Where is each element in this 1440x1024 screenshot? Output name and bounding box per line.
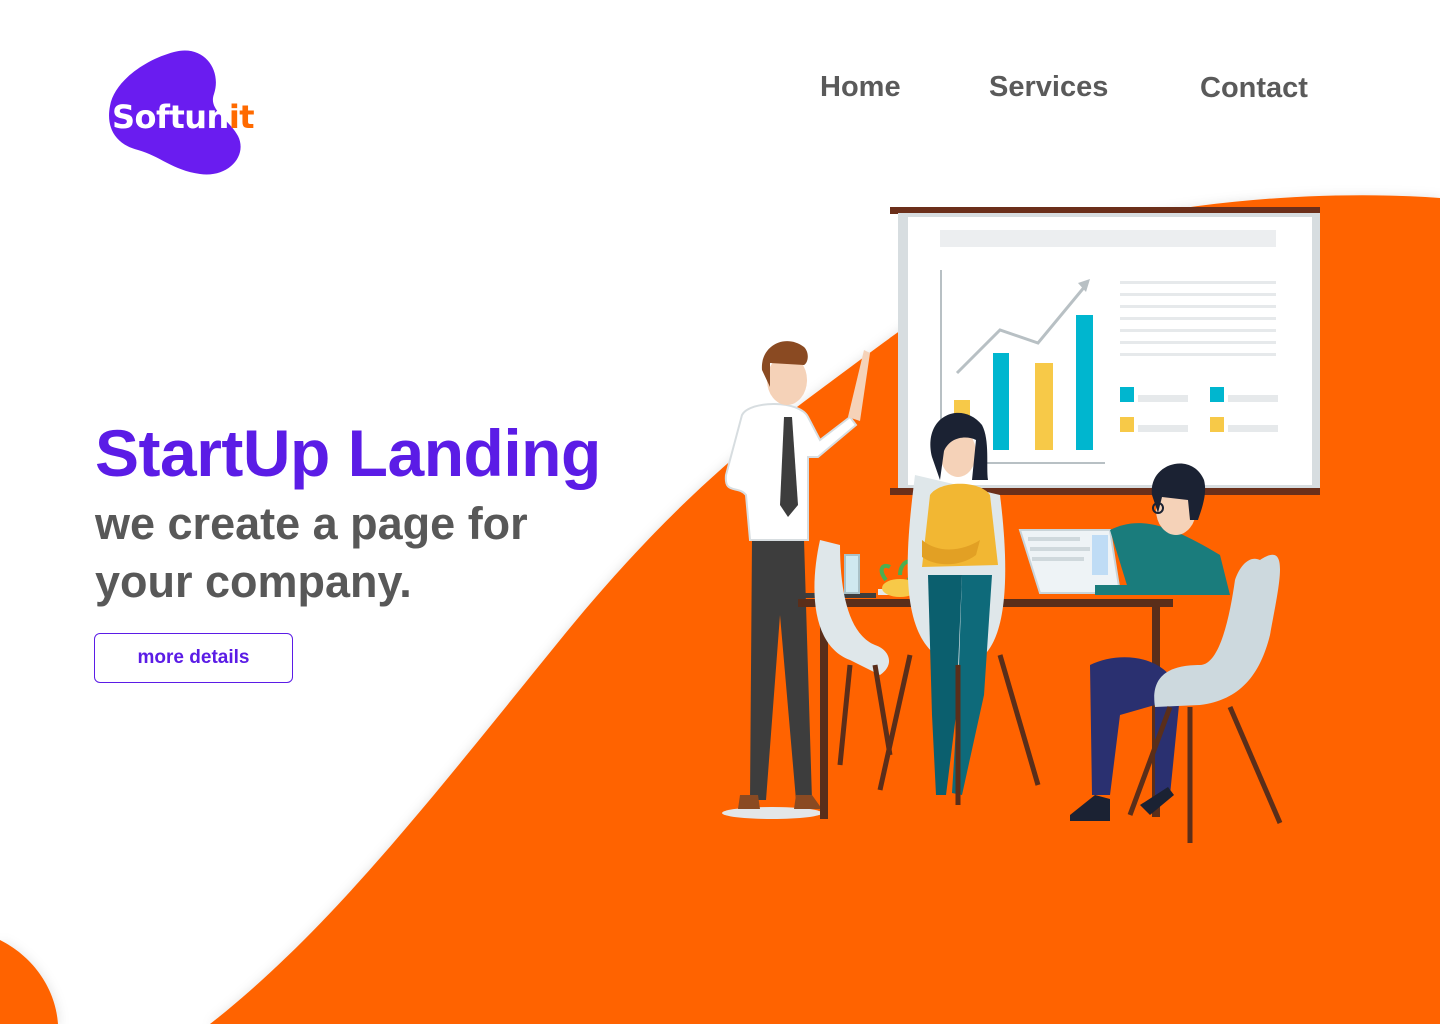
nav-link-home[interactable]: Home <box>820 71 901 104</box>
seated-man-with-laptop <box>1018 463 1230 821</box>
nav-link-contact[interactable]: Contact <box>1200 72 1308 105</box>
main-nav: Home Services Contact <box>0 68 1440 118</box>
nav-link-services[interactable]: Services <box>989 71 1108 104</box>
hero-section: StartUp Landing we create a page for you… <box>95 415 635 611</box>
hero-subtitle: we create a page for your company. <box>95 498 528 607</box>
team-meeting-illustration <box>722 207 1320 843</box>
more-details-button[interactable]: more details <box>94 633 293 683</box>
hero-title: StartUp Landing <box>95 416 601 490</box>
